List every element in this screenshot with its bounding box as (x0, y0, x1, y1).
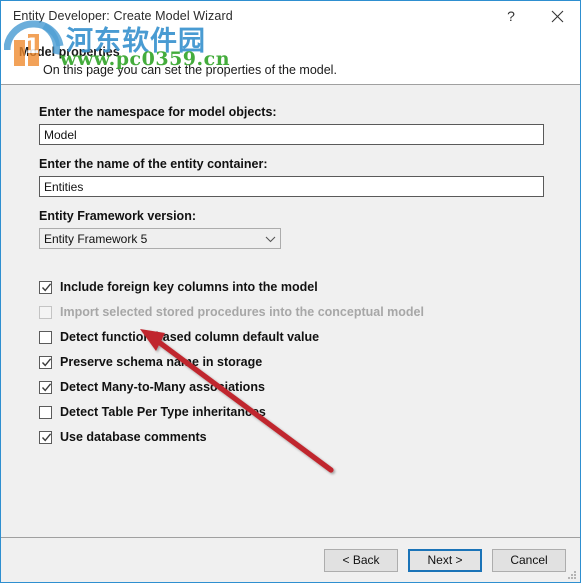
checkbox-checked-icon[interactable] (39, 280, 52, 294)
checkbox-checked-icon[interactable] (39, 430, 52, 444)
option-row[interactable]: Detect Table Per Type inheritances (39, 403, 266, 421)
dialog-header: Model properties On this page you can se… (1, 31, 580, 85)
help-button[interactable]: ? (488, 1, 534, 31)
check-icon (41, 432, 52, 441)
option-label: Include foreign key columns into the mod… (60, 280, 318, 294)
option-row[interactable]: Detect Many-to-Many associations (39, 378, 265, 396)
option-row: Import selected stored procedures into t… (39, 303, 424, 321)
option-row[interactable]: Preserve schema name in storage (39, 353, 262, 371)
close-icon (551, 10, 563, 22)
page-title: Model properties (19, 45, 120, 59)
question-mark-icon: ? (507, 8, 515, 24)
check-icon (41, 382, 52, 391)
checkbox-unchecked-icon (39, 305, 52, 319)
framework-version-value: Entity Framework 5 (44, 231, 148, 246)
chevron-down-icon (260, 235, 280, 243)
back-button[interactable]: < Back (324, 548, 398, 572)
framework-version-label: Entity Framework version: (39, 209, 196, 223)
option-row[interactable]: Include foreign key columns into the mod… (39, 278, 318, 296)
next-button[interactable]: Next > (408, 548, 482, 572)
option-row[interactable]: Detect function-based column default val… (39, 328, 319, 346)
checkbox-checked-icon[interactable] (39, 355, 52, 369)
framework-version-select[interactable]: Entity Framework 5 (39, 228, 281, 249)
option-label: Preserve schema name in storage (60, 355, 263, 369)
screenshot-root: Entity Developer: Create Model Wizard ? … (0, 0, 581, 583)
entity-container-input[interactable] (39, 176, 544, 197)
option-label: Import selected stored procedures into t… (60, 305, 424, 319)
option-label: Detect Many-to-Many associations (60, 380, 265, 394)
option-label: Detect function-based column default val… (60, 330, 320, 344)
dialog-footer: < Back Next > Cancel (1, 537, 580, 582)
option-row[interactable]: Use database comments (39, 428, 207, 446)
checkbox-checked-icon[interactable] (39, 380, 52, 394)
namespace-input[interactable] (39, 124, 544, 145)
page-subtitle: On this page you can set the properties … (43, 63, 337, 77)
checkbox-unchecked-icon[interactable] (39, 405, 52, 419)
title-bar: Entity Developer: Create Model Wizard ? (1, 1, 580, 31)
check-icon (41, 357, 52, 366)
close-button[interactable] (534, 1, 580, 31)
option-label: Use database comments (60, 430, 207, 444)
create-model-wizard-dialog: Entity Developer: Create Model Wizard ? … (0, 0, 581, 583)
window-title: Entity Developer: Create Model Wizard (13, 9, 233, 23)
check-icon (41, 282, 52, 291)
namespace-label: Enter the namespace for model objects: (39, 105, 277, 119)
option-label: Detect Table Per Type inheritances (60, 405, 266, 419)
cancel-button[interactable]: Cancel (492, 548, 566, 572)
entity-container-label: Enter the name of the entity container: (39, 157, 268, 171)
checkbox-unchecked-icon[interactable] (39, 330, 52, 344)
resize-grip-icon[interactable] (566, 569, 577, 580)
dialog-content: Enter the namespace for model objects: E… (1, 85, 580, 537)
